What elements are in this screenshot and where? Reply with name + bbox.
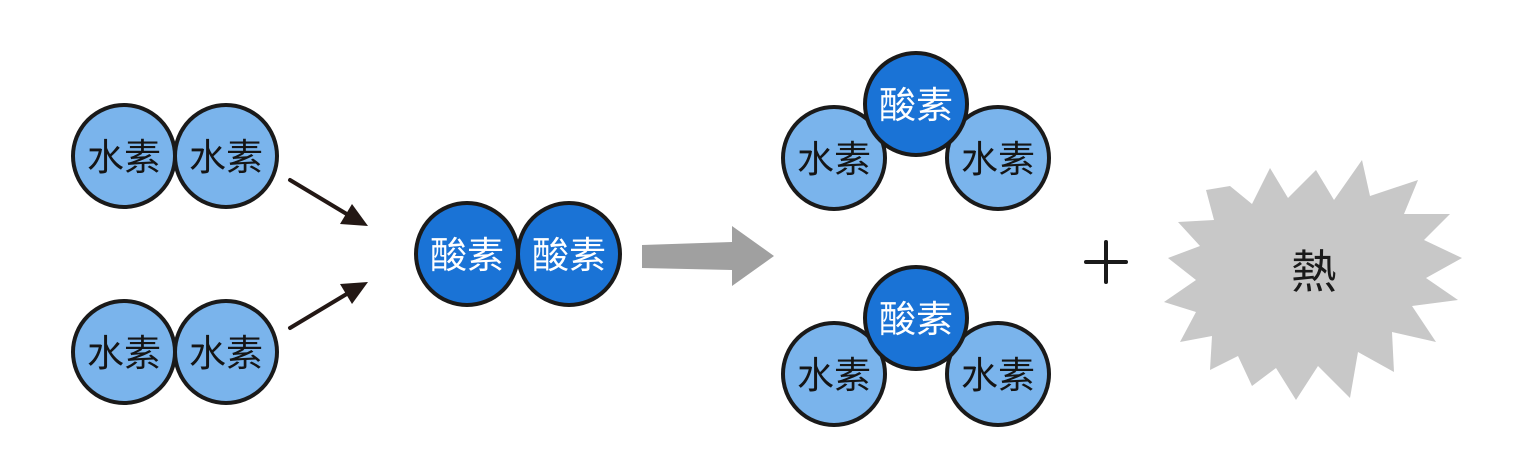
hydrogen-molecule-top: 水素 水素: [71, 103, 279, 209]
oxygen-atom: 酸素: [516, 201, 622, 307]
heat-label: 熱: [1291, 245, 1337, 299]
hydrogen-atom: 水素: [71, 103, 177, 209]
oxygen-atom: 酸素: [863, 51, 969, 157]
water-molecule-bottom: 水素 水素 酸素: [781, 265, 1051, 427]
hydrogen-atom: 水素: [173, 103, 279, 209]
oxygen-label: 酸素: [879, 84, 953, 127]
block-arrow-right-icon: [642, 226, 774, 286]
oxygen-atom: 酸素: [863, 265, 969, 371]
oxygen-molecule: 酸素 酸素: [414, 201, 622, 307]
oxygen-label: 酸素: [430, 234, 504, 277]
arrow-icon: [288, 178, 368, 226]
hydrogen-label: 水素: [189, 332, 263, 375]
hydrogen-label: 水素: [797, 354, 871, 397]
plus-icon: [1084, 240, 1128, 284]
oxygen-atom: 酸素: [414, 201, 520, 307]
hydrogen-label: 水素: [87, 136, 161, 179]
hydrogen-label: 水素: [961, 138, 1035, 181]
oxygen-label: 酸素: [879, 298, 953, 341]
hydrogen-atom: 水素: [173, 299, 279, 405]
hydrogen-molecule-bottom: 水素 水素: [71, 299, 279, 405]
hydrogen-label: 水素: [87, 332, 161, 375]
burst-icon: 熱: [1164, 160, 1462, 400]
reaction-diagram: 水素 水素 水素 水素 酸素 酸素 水素 水素 酸素 水素 水素 酸素 熱: [71, 51, 1462, 427]
arrow-icon: [288, 282, 368, 330]
water-molecule-top: 水素 水素 酸素: [781, 51, 1051, 211]
hydrogen-atom: 水素: [71, 299, 177, 405]
oxygen-label: 酸素: [532, 234, 606, 277]
hydrogen-label: 水素: [189, 136, 263, 179]
hydrogen-label: 水素: [961, 354, 1035, 397]
hydrogen-label: 水素: [797, 138, 871, 181]
